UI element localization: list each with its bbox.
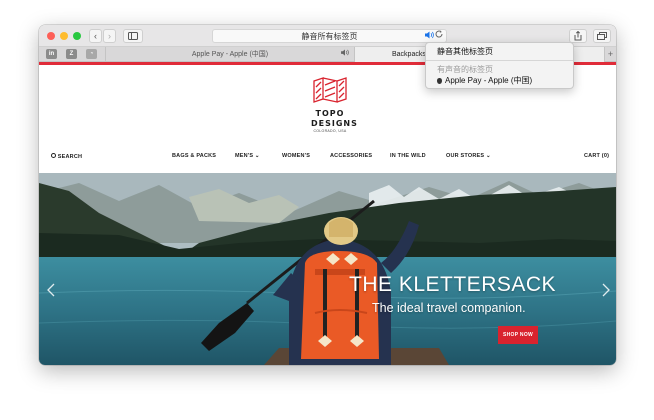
nav-search-label: SEARCH [57,154,83,160]
chevron-down-icon: ⌄ [484,153,491,159]
mute-other-tabs-item[interactable]: 静音其他标签页 [437,46,493,57]
hero-banner: THE KLETTERSACK The ideal travel compani… [39,173,616,365]
nav-search[interactable]: SEARCH [51,153,82,160]
tab-apple-pay[interactable]: Apple Pay - Apple (中国) [105,47,354,62]
apple-logo-icon [437,78,442,84]
nav-item-accessories[interactable]: ACCESSORIES [330,153,372,159]
shop-now-button[interactable]: SHOP NOW [498,326,538,344]
tab-title: Apple Pay - Apple (中国) [191,51,269,58]
speaker-icon[interactable] [425,31,434,41]
audio-tabs-menu: 静音其他标签页 有声音的标签页 Apple Pay - Apple (中国) [425,42,574,89]
back-button[interactable]: ‹ [89,29,102,43]
minimize-window-button[interactable] [60,32,68,40]
address-text: 静音所有标签页 [301,32,358,41]
plus-icon: + [607,49,614,59]
share-button[interactable] [569,29,587,43]
hero-title: THE KLETTERSACK [349,273,557,296]
nav-item-womens[interactable]: WOMEN'S [282,153,310,159]
nav-item-in-the-wild[interactable]: IN THE WILD [390,153,426,159]
tab-title: Backpacks [392,51,426,58]
tab-overview-button[interactable] [593,29,611,43]
pinned-tab-site[interactable]: ◔ [86,49,97,59]
nav-item-bags[interactable]: BAGS & PACKS [172,153,216,159]
search-icon [51,153,56,158]
address-bar[interactable]: 静音所有标签页 [212,29,447,43]
chevron-left-icon: ‹ [94,31,97,41]
pinned-tab-linkedin[interactable]: in [46,49,57,59]
new-tab-button[interactable]: + [604,47,616,62]
close-window-button[interactable] [47,32,55,40]
sidebar-button[interactable] [123,29,143,43]
chevron-right-icon [602,283,610,297]
nav-item-label: OUR STORES [446,153,485,159]
nav-item-our-stores[interactable]: OUR STORES ⌄ [446,153,491,159]
cart-link[interactable]: CART (0) [584,153,609,159]
z-icon: Z [69,51,74,57]
forward-button[interactable]: › [103,29,116,43]
pinned-tab-z[interactable]: Z [66,49,77,59]
topo-logo-mark [313,77,347,103]
chevron-down-icon: ⌄ [253,153,260,159]
linkedin-icon: in [48,51,55,57]
logo-line2: DESIGNS [311,119,358,128]
chevron-right-icon: › [108,31,111,41]
nav-item-mens[interactable]: MEN'S ⌄ [235,153,260,159]
tabs-with-audio-header: 有声音的标签页 [437,65,493,74]
tabs-overview-icon [597,32,607,40]
site-icon: ◔ [89,51,94,57]
zoom-window-button[interactable] [73,32,81,40]
audio-tab-title: Apple Pay - Apple (中国) [445,76,533,85]
nav-item-label: MEN'S [235,153,254,159]
menu-separator [426,60,573,61]
chevron-left-icon [47,283,55,297]
hero-subtitle: The ideal travel companion. [372,301,526,315]
logo-line1: TOPO [315,109,345,118]
site-nav: SEARCH BAGS & PACKS MEN'S ⌄ WOMEN'S ACCE… [39,150,616,164]
topo-designs-logo[interactable]: TOPO DESIGNS COLORADO, USA [311,77,358,133]
logo-subtitle: COLORADO, USA [313,129,347,133]
web-content: TOPO DESIGNS COLORADO, USA SEARCH BAGS &… [39,65,616,365]
reload-icon[interactable] [435,30,444,42]
audio-tab-entry[interactable]: Apple Pay - Apple (中国) [437,75,532,86]
sidebar-icon [128,32,138,40]
speaker-icon[interactable] [341,47,349,62]
share-icon [574,31,582,41]
